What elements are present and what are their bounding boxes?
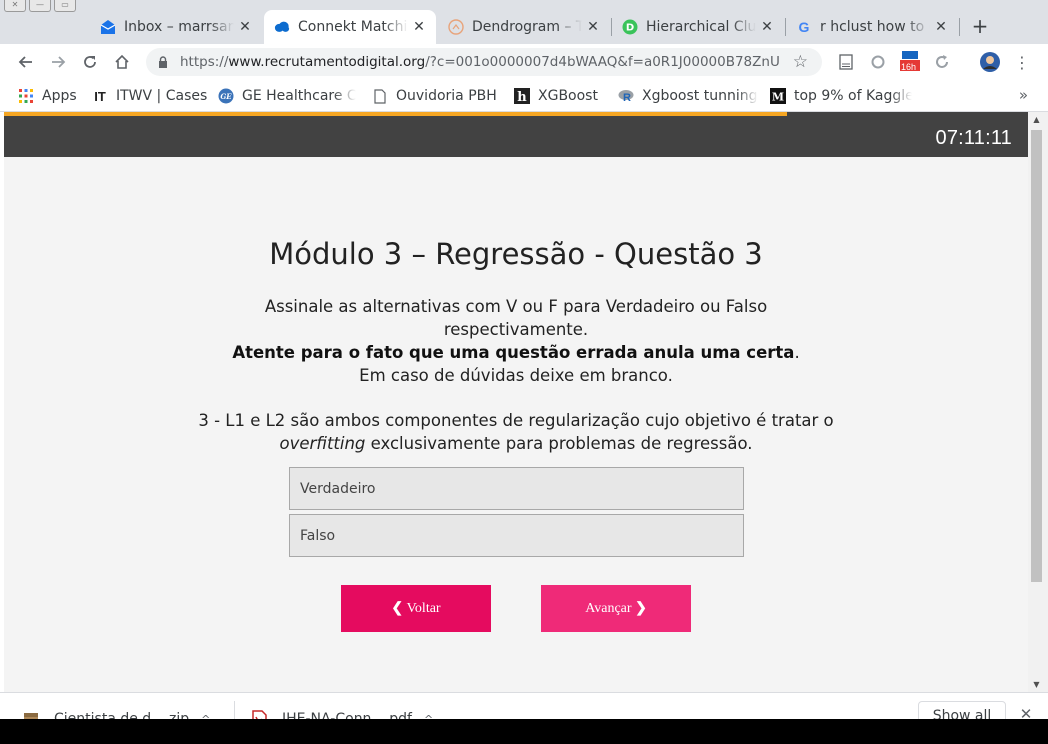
instructions-warning: Atente para o fato que uma questão errad…: [232, 343, 800, 362]
instructions-text: Assinale as alternativas com V ou F para…: [264, 297, 768, 339]
option-verdadeiro[interactable]: Verdadeiro: [289, 467, 744, 510]
page-icon[interactable]: [836, 52, 856, 72]
dendrogram-site-icon: [448, 19, 464, 35]
instructions: Assinale as alternativas com V ou F para…: [204, 295, 828, 387]
reload-icon[interactable]: [78, 50, 102, 74]
refresh-extension-icon[interactable]: [932, 52, 952, 72]
inbox-icon: [100, 19, 116, 35]
r-logo-icon: R: [618, 88, 634, 104]
tab-dendrogram[interactable]: Dendrogram – The ✕: [438, 10, 610, 44]
scrollbar-thumb[interactable]: [1031, 130, 1042, 582]
bookmark-kaggle[interactable]: M top 9% of Kaggle: [770, 86, 912, 106]
tab-title: r hclust how to c: [820, 19, 930, 35]
bookmark-ge-healthcare[interactable]: GE GE Healthcare Ca: [218, 86, 356, 106]
datacamp-icon: D: [622, 19, 638, 35]
tab-title: Dendrogram – The: [472, 19, 582, 35]
scroll-up-arrow-icon[interactable]: ▲: [1028, 115, 1045, 124]
medium-logo-icon: M: [770, 88, 786, 104]
svg-text:G: G: [799, 19, 810, 35]
question-content: Módulo 3 – Regressão - Questão 3 Assinal…: [4, 157, 1028, 692]
svg-text:R: R: [623, 92, 631, 103]
scroll-down-arrow-icon[interactable]: ▼: [1028, 680, 1045, 689]
tab-hierarchical[interactable]: D Hierarchical Clu ✕: [612, 10, 784, 44]
new-tab-button[interactable]: +: [968, 14, 992, 38]
lock-icon: [158, 56, 170, 68]
vertical-scrollbar[interactable]: ▲ ▼: [1028, 112, 1048, 692]
chevron-right-icon: ❯: [635, 601, 647, 616]
page-viewport: 07:11:11 Módulo 3 – Regressão - Questão …: [0, 112, 1048, 692]
tab-close-icon[interactable]: ✕: [586, 19, 600, 35]
page-icon: [372, 88, 388, 104]
circle-extension-icon[interactable]: [868, 52, 888, 72]
google-icon: G: [796, 19, 812, 35]
tab-title: Hierarchical Clu: [646, 19, 756, 35]
url-text: https://www.recrutamentodigital.org/?c=0…: [180, 54, 780, 70]
browser-tab-strip: ✕ — ▭ Inbox – marrsan ✕ Connekt Matching…: [0, 0, 1048, 44]
page-title: Módulo 3 – Regressão - Questão 3: [269, 237, 763, 271]
tab-connekt[interactable]: Connekt Matching ✕: [264, 10, 436, 44]
svg-text:h: h: [517, 90, 527, 104]
bookmark-apps[interactable]: Apps: [18, 86, 77, 106]
tab-google-search[interactable]: G r hclust how to c ✕: [786, 10, 958, 44]
bookmarks-overflow-chevron-icon[interactable]: »: [1019, 86, 1028, 104]
apps-grid-icon: [18, 88, 34, 104]
svg-text:M: M: [772, 91, 784, 104]
extension-badge: 16h: [901, 62, 917, 72]
salesforce-cloud-icon: [274, 19, 290, 35]
screen-bottom-edge: [0, 719, 1048, 744]
menu-kebab-icon[interactable]: ⋮: [1012, 52, 1032, 72]
bookmark-itwv[interactable]: IT ITWV | Cases: [92, 86, 208, 106]
tab-close-icon[interactable]: ✕: [934, 19, 948, 35]
bookmarks-bar: Apps IT ITWV | Cases GE GE Healthcare Ca…: [0, 80, 1048, 112]
window-close-button[interactable]: ✕: [4, 0, 26, 12]
option-falso[interactable]: Falso: [289, 514, 744, 557]
question-text: 3 - L1 e L2 são ambos componentes de reg…: [198, 411, 834, 453]
tab-close-icon[interactable]: ✕: [760, 19, 774, 35]
h-logo-icon: h: [514, 88, 530, 104]
bookmark-xgboost[interactable]: h XGBoost: [514, 86, 598, 106]
window-maximize-button[interactable]: ▭: [54, 0, 76, 12]
bookmark-star-icon[interactable]: ☆: [793, 52, 808, 72]
window-minimize-button[interactable]: —: [29, 0, 51, 12]
bookmark-ouvidoria[interactable]: Ouvidoria PBH: [372, 86, 497, 106]
user-avatar[interactable]: [980, 52, 1000, 72]
ge-logo-icon: GE: [218, 88, 234, 104]
back-button[interactable]: ❮ Voltar: [341, 585, 491, 632]
page-header: 07:11:11: [4, 112, 1028, 157]
tab-close-icon[interactable]: ✕: [412, 19, 426, 35]
svg-text:GE: GE: [220, 92, 232, 101]
next-button[interactable]: Avançar ❯: [541, 585, 691, 632]
tab-title: Inbox – marrsan: [124, 19, 234, 35]
address-bar[interactable]: https://www.recrutamentodigital.org/?c=0…: [146, 48, 822, 76]
calendar-extension-icon[interactable]: 16h: [900, 51, 920, 72]
instructions-blank-note: Em caso de dúvidas deixe em branco.: [359, 366, 673, 385]
back-arrow-icon[interactable]: [14, 50, 38, 74]
bookmark-xgboost-tunning[interactable]: R Xgboost tunning: [618, 86, 758, 106]
svg-text:D: D: [626, 23, 634, 34]
home-icon[interactable]: [110, 50, 134, 74]
tab-separator: [959, 18, 960, 36]
chevron-left-icon: ❮: [391, 601, 404, 616]
tab-inbox[interactable]: Inbox – marrsan ✕: [90, 10, 262, 44]
tab-title: Connekt Matching: [298, 19, 408, 35]
tab-close-icon[interactable]: ✕: [238, 19, 252, 35]
window-controls: ✕ — ▭: [4, 0, 76, 12]
itwv-icon: IT: [94, 88, 106, 104]
browser-toolbar: https://www.recrutamentodigital.org/?c=0…: [0, 44, 1048, 80]
forward-arrow-icon[interactable]: [46, 50, 70, 74]
countdown-timer: 07:11:11: [935, 127, 1012, 149]
progress-bar: [4, 112, 788, 116]
